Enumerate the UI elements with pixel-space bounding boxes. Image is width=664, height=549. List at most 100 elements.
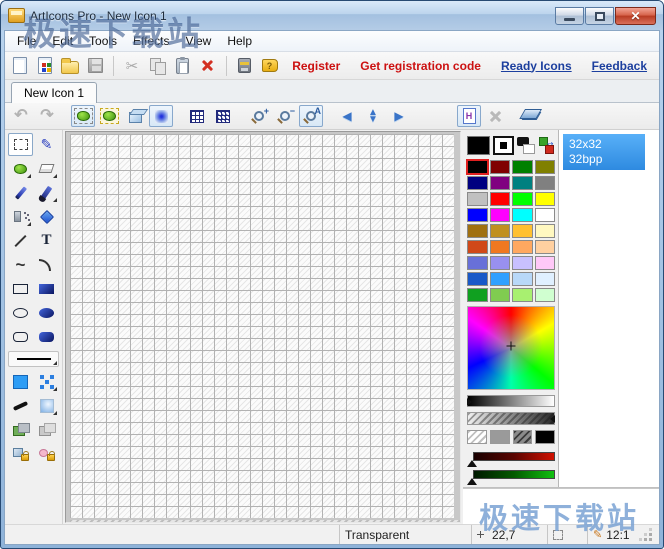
background-color-swatch[interactable] bbox=[493, 135, 515, 155]
pattern-dark-hatch[interactable] bbox=[512, 430, 533, 444]
cut-button[interactable]: ✂ bbox=[121, 54, 142, 78]
palette-swatch[interactable] bbox=[534, 272, 555, 286]
tool-brush[interactable] bbox=[34, 181, 59, 204]
tool-rounded-rectangle[interactable] bbox=[8, 325, 33, 348]
menu-help[interactable]: Help bbox=[219, 32, 260, 50]
palette-swatch[interactable] bbox=[534, 208, 555, 222]
resize-grip[interactable] bbox=[638, 527, 654, 543]
gradient-button[interactable] bbox=[34, 394, 59, 417]
palette-swatch[interactable] bbox=[534, 256, 555, 270]
palette-swatch[interactable] bbox=[489, 160, 510, 174]
tool-filled-rectangle[interactable] bbox=[34, 277, 59, 300]
drawing-canvas[interactable] bbox=[70, 134, 454, 518]
delete-button[interactable] bbox=[197, 54, 218, 78]
palette-swatch[interactable] bbox=[512, 256, 533, 270]
dither-button[interactable] bbox=[34, 370, 59, 393]
pattern-gray[interactable] bbox=[489, 430, 510, 444]
tool-color-replacer[interactable] bbox=[8, 157, 33, 180]
copy-button[interactable] bbox=[147, 54, 168, 78]
palette-swatch[interactable] bbox=[489, 288, 510, 302]
wizard-button[interactable] bbox=[234, 54, 255, 78]
shift-left-button[interactable]: ◀ bbox=[335, 105, 359, 127]
zoom-out-button[interactable]: − bbox=[273, 105, 297, 127]
menu-effects[interactable]: Effects bbox=[125, 32, 177, 50]
grid-toggle-button[interactable] bbox=[185, 105, 209, 127]
ready-icons-link[interactable]: Ready Icons bbox=[501, 59, 572, 73]
smooth-stroke-button[interactable] bbox=[8, 394, 33, 417]
palette-swatch[interactable] bbox=[534, 288, 555, 302]
lock-hotspot-button[interactable] bbox=[34, 442, 59, 465]
selection-transparent-button[interactable] bbox=[97, 105, 121, 127]
tool-marker-pen[interactable] bbox=[8, 181, 33, 204]
tool-pencil[interactable]: ✎ bbox=[34, 133, 59, 156]
help-book-button[interactable]: ? bbox=[259, 54, 280, 78]
palette-swatch[interactable] bbox=[512, 208, 533, 222]
tool-arc[interactable] bbox=[34, 253, 59, 276]
pattern-black[interactable] bbox=[535, 430, 555, 444]
menu-view[interactable]: View bbox=[178, 32, 220, 50]
palette-swatch[interactable] bbox=[512, 272, 533, 286]
palette-swatch[interactable] bbox=[534, 192, 555, 206]
pattern-light-hatch[interactable] bbox=[467, 430, 487, 444]
color-wheel[interactable] bbox=[467, 306, 555, 390]
line-width-selector[interactable] bbox=[8, 351, 59, 367]
new-format-button[interactable]: H bbox=[457, 105, 481, 127]
green-slider[interactable] bbox=[467, 469, 555, 485]
palette-swatch[interactable] bbox=[512, 160, 533, 174]
tool-line[interactable] bbox=[8, 229, 33, 252]
red-slider[interactable] bbox=[467, 451, 555, 467]
palette-swatch[interactable] bbox=[489, 224, 510, 238]
selection-opaque-button[interactable] bbox=[71, 105, 95, 127]
palette-swatch[interactable] bbox=[534, 240, 555, 254]
zoom-in-button[interactable]: + bbox=[247, 105, 271, 127]
delete-format-button[interactable] bbox=[483, 105, 507, 127]
transparency-bar[interactable] bbox=[467, 412, 555, 425]
palette-swatch[interactable] bbox=[467, 192, 488, 206]
palette-swatch[interactable] bbox=[534, 176, 555, 190]
palette-swatch[interactable] bbox=[512, 192, 533, 206]
palette-swatch[interactable] bbox=[467, 256, 488, 270]
palette-swatch[interactable] bbox=[534, 160, 555, 174]
redo-button[interactable]: ↷ bbox=[35, 105, 59, 127]
get-registration-code-link[interactable]: Get registration code bbox=[360, 59, 481, 73]
palette-swatch[interactable] bbox=[489, 208, 510, 222]
palette-swatch[interactable] bbox=[512, 176, 533, 190]
zoom-actual-button[interactable]: A bbox=[299, 105, 323, 127]
paste-button[interactable] bbox=[172, 54, 193, 78]
tool-ellipse[interactable] bbox=[8, 301, 33, 324]
palette-swatch[interactable] bbox=[489, 256, 510, 270]
tool-filled-ellipse[interactable] bbox=[34, 301, 59, 324]
tool-curve[interactable]: ~ bbox=[8, 253, 33, 276]
palette-swatch[interactable] bbox=[489, 192, 510, 206]
smooth-selection-button[interactable] bbox=[149, 105, 173, 127]
lock-3d-button[interactable] bbox=[8, 442, 33, 465]
save-button[interactable] bbox=[85, 54, 106, 78]
tool-rectangle[interactable] bbox=[8, 277, 33, 300]
grid-checker-button[interactable] bbox=[211, 105, 235, 127]
tool-airbrush[interactable] bbox=[8, 205, 33, 228]
palette-swatch[interactable] bbox=[466, 159, 489, 175]
menu-edit[interactable]: Edit bbox=[44, 32, 81, 50]
shift-right-button[interactable]: ▶ bbox=[387, 105, 411, 127]
new-from-image-button[interactable] bbox=[34, 54, 55, 78]
menu-tools[interactable]: Tools bbox=[81, 32, 125, 50]
test-3d-button[interactable] bbox=[123, 105, 147, 127]
palette-swatch[interactable] bbox=[534, 224, 555, 238]
flip-copy-disabled-button[interactable] bbox=[34, 418, 59, 441]
tool-eraser[interactable] bbox=[34, 157, 59, 180]
close-button[interactable]: ✕ bbox=[615, 6, 656, 25]
tool-text[interactable]: T bbox=[34, 229, 59, 252]
palette-swatch[interactable] bbox=[512, 240, 533, 254]
palette-swatch[interactable] bbox=[512, 288, 533, 302]
palette-swatch[interactable] bbox=[467, 176, 488, 190]
open-button[interactable] bbox=[60, 54, 81, 78]
palette-swatch[interactable] bbox=[467, 272, 488, 286]
new-button[interactable] bbox=[9, 54, 30, 78]
flip-copy-button[interactable] bbox=[8, 418, 33, 441]
shift-vertical-button[interactable]: ▲ ▼ bbox=[361, 105, 385, 127]
register-link[interactable]: Register bbox=[292, 59, 340, 73]
palette-swatch[interactable] bbox=[467, 224, 488, 238]
palette-swatch[interactable] bbox=[467, 208, 488, 222]
tool-marquee-select[interactable] bbox=[8, 133, 33, 156]
palette-swatch[interactable] bbox=[512, 224, 533, 238]
